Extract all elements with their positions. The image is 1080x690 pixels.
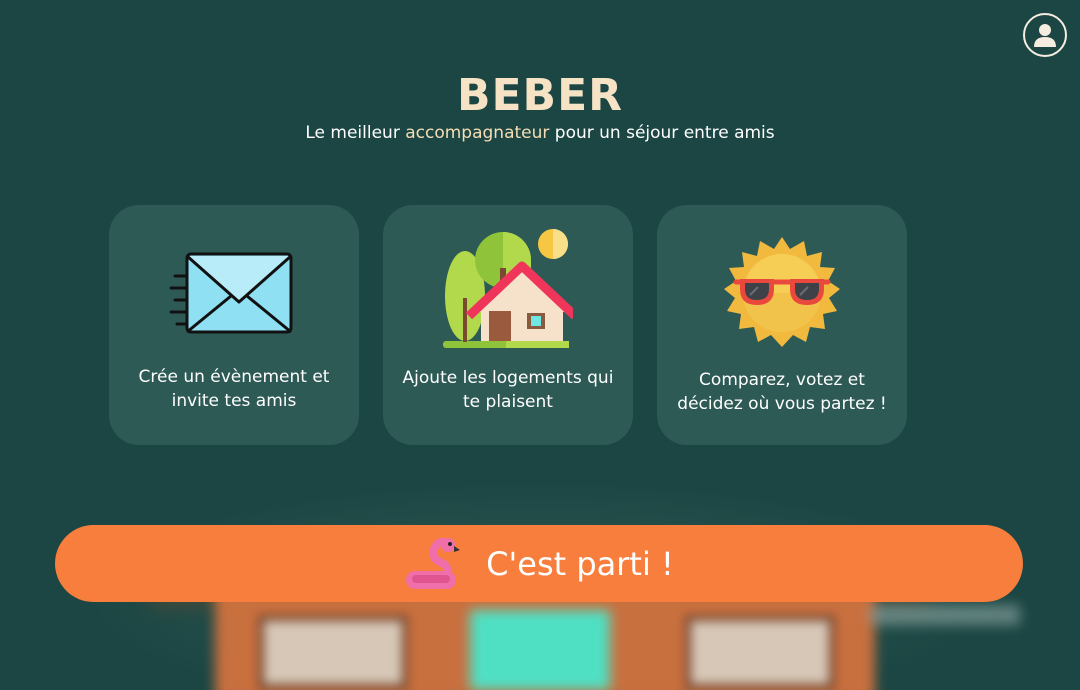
feature-label-invite: Crée un évènement et invite tes amis <box>138 367 330 411</box>
feature-label-housing: Ajoute les logements qui te plaisent <box>402 368 614 412</box>
subtitle-accent-word: accompagnateur <box>405 123 550 143</box>
feature-card-housing: Ajoute les logements qui te plaisent <box>383 205 633 445</box>
start-button-label: C'est parti ! <box>486 544 674 583</box>
envelope-icon <box>169 252 293 333</box>
house-icon <box>443 228 573 348</box>
feature-label-vote: Comparez, votez et décidez où vous parte… <box>677 370 887 414</box>
feature-card-invite: Crée un évènement et invite tes amis <box>109 205 359 445</box>
flamingo-icon <box>406 537 461 589</box>
user-account-button[interactable] <box>1023 13 1067 57</box>
sun-sunglasses-icon <box>724 236 840 347</box>
app-subtitle: Le meilleur accompagnateur pour un séjou… <box>0 123 1080 143</box>
start-button[interactable]: C'est parti ! <box>55 525 1023 602</box>
subtitle-text-start: Le meilleur <box>305 123 406 143</box>
feature-card-vote: Comparez, votez et décidez où vous parte… <box>657 205 907 445</box>
user-icon <box>1034 24 1056 47</box>
app-title: BEBER <box>456 70 624 121</box>
subtitle-text-end: pour un séjour entre amis <box>549 123 775 143</box>
